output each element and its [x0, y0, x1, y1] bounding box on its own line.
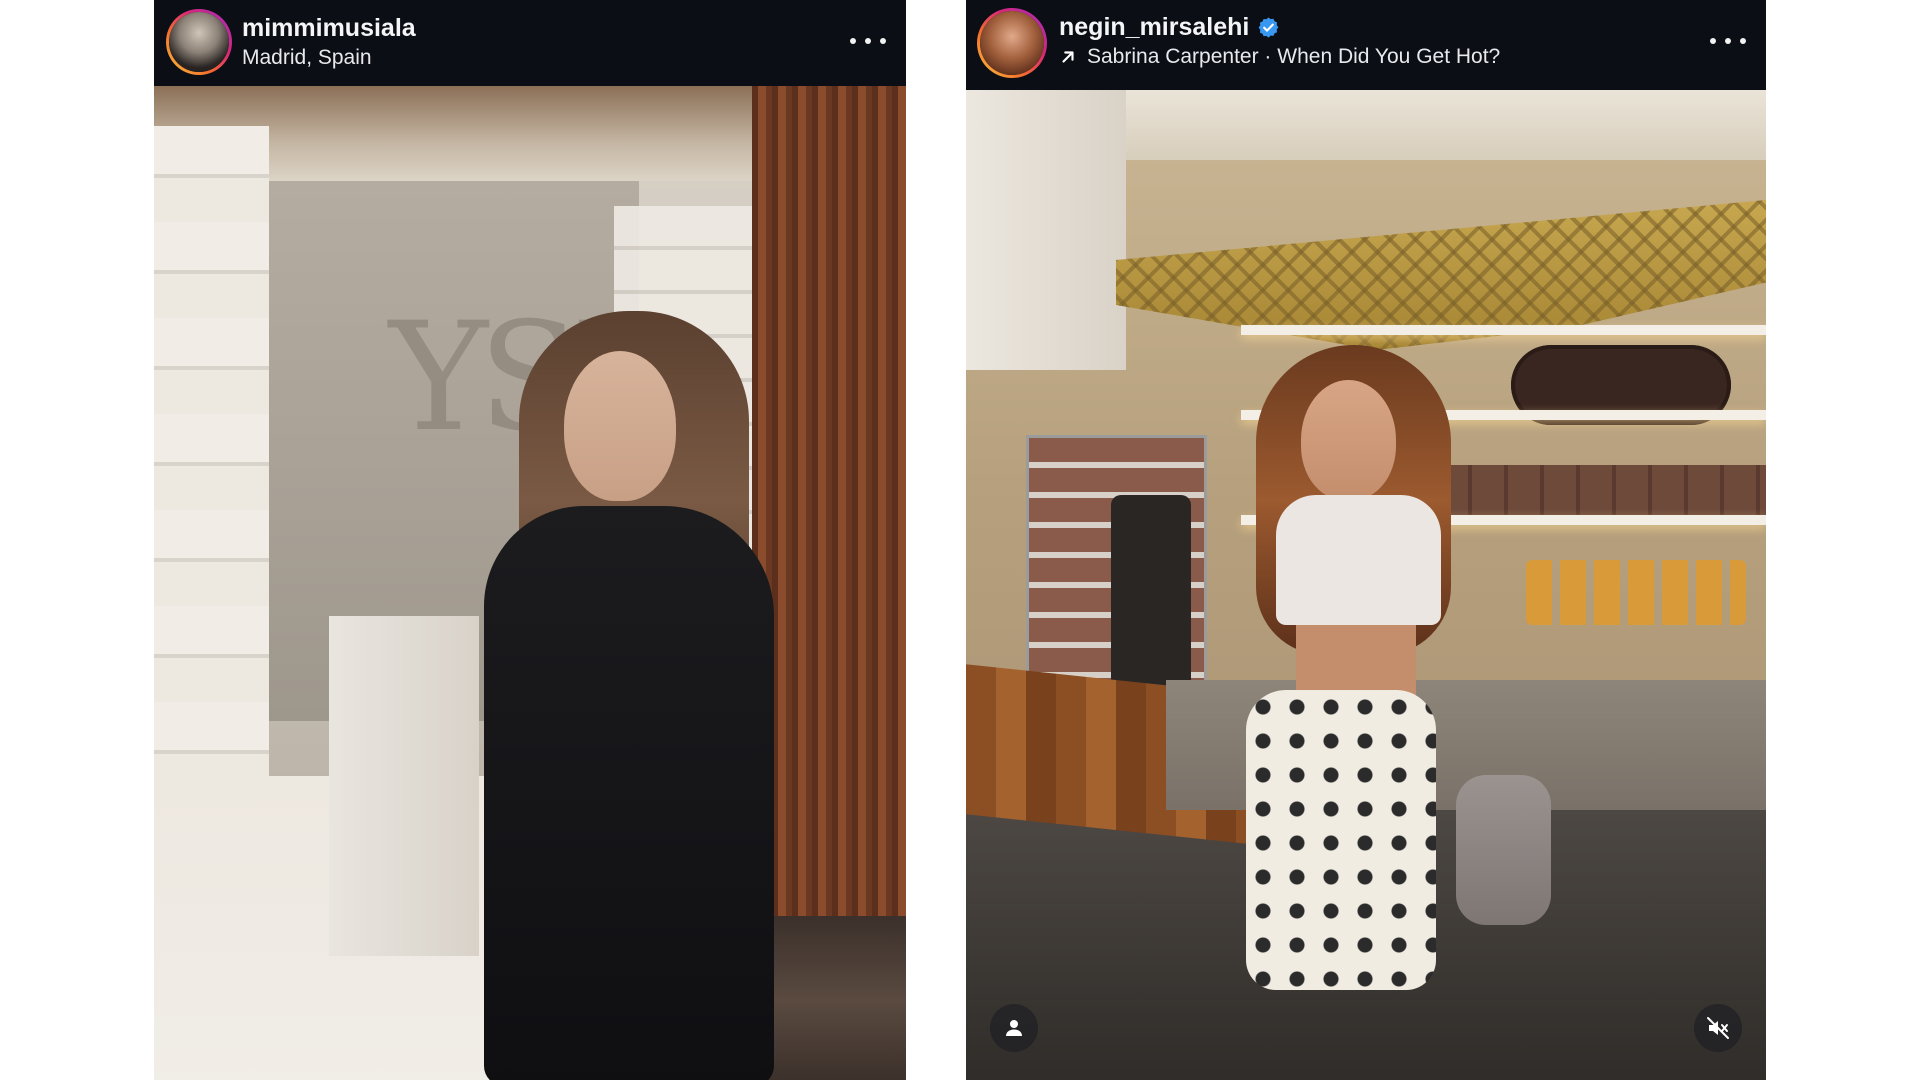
- post-left: mimmimusiala Madrid, Spain YSL: [154, 0, 906, 1080]
- username-link[interactable]: mimmimusiala: [242, 13, 416, 43]
- audio-track-text[interactable]: Sabrina Carpenter · When Did You Get Hot…: [1087, 43, 1500, 71]
- location-text[interactable]: Madrid, Spain: [242, 44, 372, 72]
- verified-badge-icon: [1258, 16, 1279, 38]
- avatar-photo: [980, 11, 1044, 75]
- tagged-people-icon[interactable]: [990, 1004, 1038, 1052]
- more-options-icon[interactable]: [850, 30, 886, 52]
- profile-avatar[interactable]: [977, 8, 1047, 78]
- post-video[interactable]: [966, 90, 1766, 1080]
- arrow-up-right-icon: [1062, 51, 1074, 63]
- user-info: negin_mirsalehi Sabrina Carpenter · When…: [1059, 12, 1500, 71]
- user-info: mimmimusiala Madrid, Spain: [242, 13, 416, 72]
- audio-link[interactable]: Sabrina Carpenter · When Did You Get Hot…: [1059, 43, 1500, 71]
- username-text[interactable]: negin_mirsalehi: [1059, 12, 1249, 42]
- avatar-photo: [169, 12, 229, 72]
- post-image[interactable]: YSL: [154, 86, 906, 1080]
- post-header: mimmimusiala Madrid, Spain: [154, 0, 906, 86]
- username-link[interactable]: negin_mirsalehi: [1059, 12, 1500, 42]
- username-text[interactable]: mimmimusiala: [242, 13, 416, 43]
- post-header: negin_mirsalehi Sabrina Carpenter · When…: [966, 0, 1766, 90]
- post-right: negin_mirsalehi Sabrina Carpenter · When…: [966, 0, 1766, 1080]
- profile-avatar[interactable]: [166, 9, 232, 75]
- more-options-icon[interactable]: [1710, 30, 1746, 52]
- muted-audio-icon[interactable]: [1694, 1004, 1742, 1052]
- location-link[interactable]: Madrid, Spain: [242, 44, 416, 72]
